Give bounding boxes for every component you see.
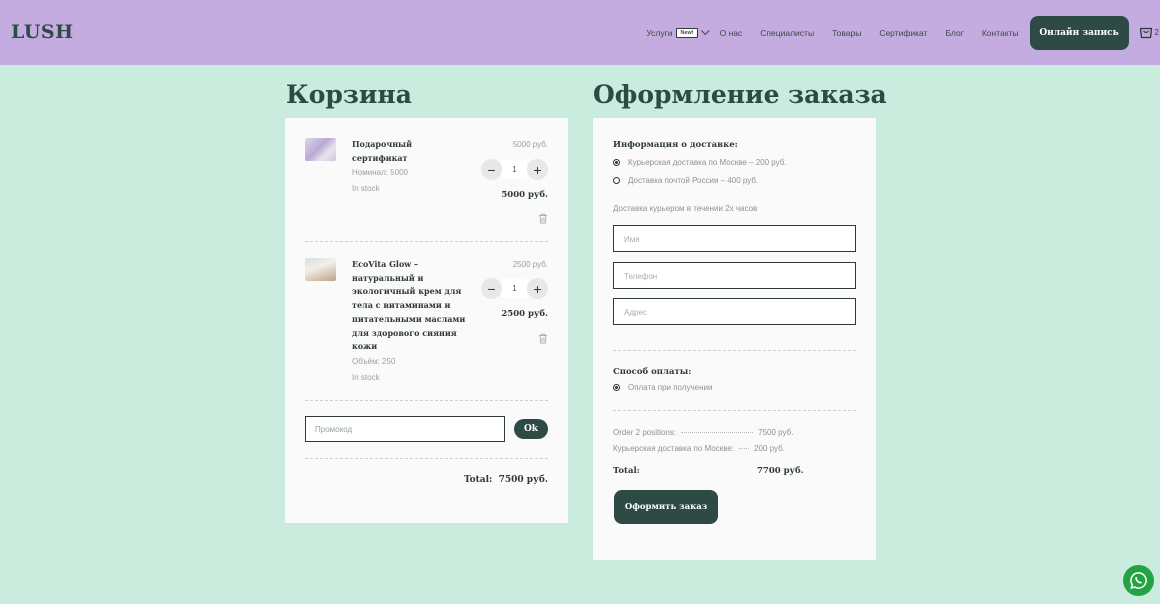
- delivery-option-label: Курьерская доставка по Москве – 200 руб.: [628, 158, 787, 167]
- radio-unselected[interactable]: [613, 177, 620, 184]
- order-total-label: Total:: [613, 466, 640, 476]
- payment-option-label: Оплата при получении: [628, 383, 713, 392]
- address-field[interactable]: Адрес: [613, 298, 856, 325]
- divider: [305, 458, 548, 459]
- summary-positions: Order 2 positions: 7500 руб.: [613, 428, 793, 437]
- product-name[interactable]: EcoVita Glow – натуральный и экологичный…: [352, 258, 470, 386]
- divider: [305, 400, 548, 401]
- decrease-button[interactable]: −: [481, 278, 502, 299]
- nav-blog[interactable]: Блог: [945, 28, 963, 38]
- apply-promo-button[interactable]: Ok: [514, 419, 548, 439]
- quantity-stepper: − 1 +: [481, 278, 548, 299]
- delivery-option-label: Доставка почтой России – 400 руб.: [628, 176, 759, 185]
- summary-delivery-value: 200 руб.: [754, 444, 785, 453]
- summary-positions-value: 7500 руб.: [758, 428, 794, 437]
- nav-certificate[interactable]: Сертификат: [879, 28, 927, 38]
- cart-item: Подарочный сертификат Номинал: 5000 In s…: [305, 138, 548, 238]
- online-booking-button[interactable]: Онлайн запись: [1029, 15, 1129, 50]
- place-order-button[interactable]: Оформить заказ: [614, 490, 718, 524]
- decrease-button[interactable]: −: [481, 159, 502, 180]
- delivery-note: Доставка курьером в течении 2х часов: [613, 204, 758, 213]
- quantity-stepper: − 1 +: [481, 159, 548, 180]
- unit-price: 5000 руб.: [512, 140, 548, 149]
- summary-delivery-label: Курьерская доставка по Москве:: [613, 444, 735, 453]
- cart-title: Корзина: [286, 80, 412, 109]
- site-header: LUSH Услуги New! О нас Специалисты Товар…: [0, 0, 1160, 65]
- unit-price: 2500 руб.: [512, 260, 548, 269]
- order-panel: Информация о доставке: Курьерская достав…: [593, 118, 876, 560]
- cart-total: Total: 7500 руб.: [464, 475, 548, 485]
- product-detail: Объём: 250: [352, 356, 396, 366]
- divider: [305, 241, 548, 242]
- dotted-leader: [681, 432, 754, 433]
- whatsapp-icon: [1130, 572, 1147, 590]
- delivery-title: Информация о доставке:: [613, 140, 738, 150]
- cart-panel: Подарочный сертификат Номинал: 5000 In s…: [285, 118, 568, 523]
- delivery-option-post[interactable]: Доставка почтой России – 400 руб.: [613, 176, 758, 185]
- cart-count: 2: [1154, 28, 1159, 37]
- order-total-value: 7700 руб.: [757, 466, 804, 476]
- main-nav: Услуги New! О нас Специалисты Товары Сер…: [646, 0, 1160, 65]
- increase-button[interactable]: +: [527, 278, 548, 299]
- cart-button[interactable]: 2: [1139, 26, 1159, 39]
- chevron-down-icon[interactable]: [700, 26, 710, 35]
- product-image[interactable]: [305, 258, 336, 281]
- radio-selected[interactable]: [613, 159, 620, 166]
- nav-products[interactable]: Товары: [832, 28, 861, 38]
- payment-option[interactable]: Оплата при получении: [613, 383, 712, 392]
- name-field[interactable]: Имя: [613, 225, 856, 252]
- delivery-option-courier[interactable]: Курьерская доставка по Москве – 200 руб.: [613, 158, 787, 167]
- nav-services[interactable]: Услуги New!: [646, 26, 710, 38]
- increase-button[interactable]: +: [527, 159, 548, 180]
- whatsapp-button[interactable]: [1123, 565, 1154, 596]
- nav-contacts[interactable]: Контакты: [982, 28, 1019, 38]
- cart-total-value: 7500 руб.: [498, 475, 548, 485]
- summary-positions-label: Order 2 positions:: [613, 428, 677, 437]
- radio-selected[interactable]: [613, 384, 620, 391]
- phone-field[interactable]: Телефон: [613, 262, 856, 289]
- dotted-leader: [739, 448, 750, 449]
- divider: [613, 410, 856, 411]
- stock-status: In stock: [352, 184, 380, 194]
- cart-item: EcoVita Glow – натуральный и экологичный…: [305, 258, 548, 388]
- product-name[interactable]: Подарочный сертификат Номинал: 5000 In s…: [352, 138, 470, 197]
- shopping-bag-icon: [1139, 27, 1152, 39]
- quantity-input[interactable]: 1: [502, 279, 527, 298]
- nav-specialists[interactable]: Специалисты: [760, 28, 814, 38]
- order-total: Total: 7700 руб.: [613, 466, 813, 476]
- product-image[interactable]: [305, 138, 336, 161]
- new-badge: New!: [676, 27, 698, 38]
- payment-title: Способ оплаты:: [613, 367, 692, 377]
- product-detail: Номинал: 5000: [352, 168, 408, 178]
- divider: [613, 350, 856, 351]
- trash-icon[interactable]: [538, 213, 548, 224]
- logo[interactable]: LUSH: [11, 21, 74, 43]
- summary-delivery: Курьерская доставка по Москве: 200 руб.: [613, 444, 785, 453]
- quantity-input[interactable]: 1: [502, 160, 527, 179]
- promo-code-input[interactable]: Промокод: [305, 416, 505, 442]
- order-title: Оформление заказа: [593, 80, 887, 109]
- nav-about[interactable]: О нас: [720, 28, 743, 38]
- nav-services-label: Услуги: [646, 27, 673, 38]
- cart-total-label: Total:: [463, 475, 493, 485]
- item-subtotal: 5000 руб.: [501, 190, 548, 200]
- trash-icon[interactable]: [538, 333, 548, 344]
- stock-status: In stock: [352, 372, 380, 382]
- item-subtotal: 2500 руб.: [501, 309, 548, 319]
